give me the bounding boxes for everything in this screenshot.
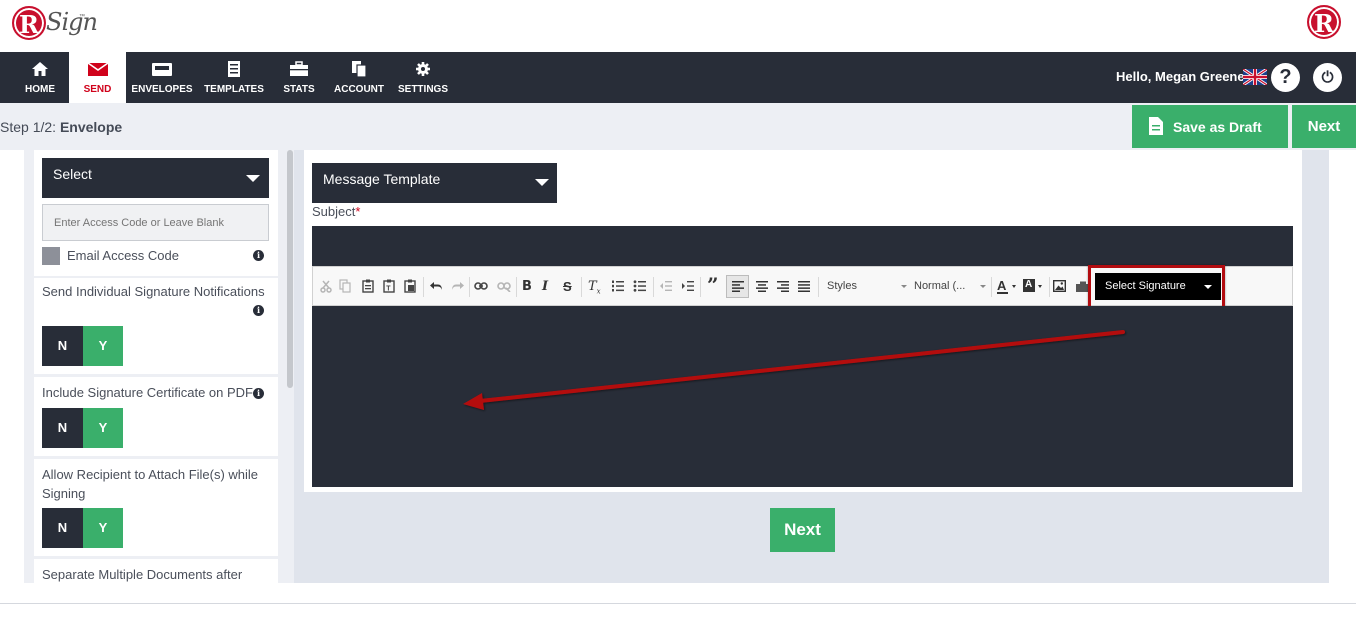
footer-divider [0, 603, 1356, 604]
next-button[interactable]: Next [770, 508, 835, 552]
annotation-arrow [463, 330, 1125, 410]
